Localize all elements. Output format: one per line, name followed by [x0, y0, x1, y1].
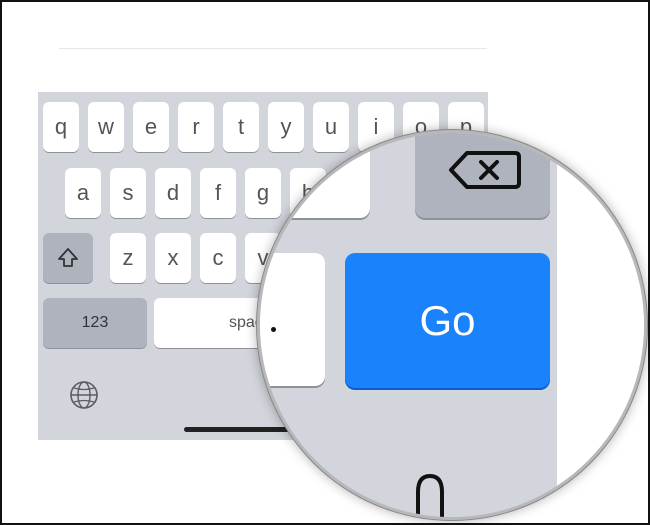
lens-bottom-bar: [260, 413, 557, 520]
key-z[interactable]: z: [110, 233, 146, 283]
delete-key[interactable]: [415, 133, 550, 218]
key-c[interactable]: c: [200, 233, 236, 283]
globe-icon[interactable]: [68, 379, 100, 411]
shift-key[interactable]: [43, 233, 93, 283]
divider-line: [59, 48, 487, 49]
shift-icon: [58, 248, 78, 267]
key-w[interactable]: w: [88, 102, 124, 152]
content-area: [4, 4, 488, 92]
key-r[interactable]: r: [178, 102, 214, 152]
key-t[interactable]: t: [223, 102, 259, 152]
key-h-magnified[interactable]: [260, 133, 370, 218]
delete-icon: [449, 151, 521, 189]
key-d[interactable]: d: [155, 168, 191, 218]
go-button[interactable]: Go: [345, 253, 550, 388]
key-s[interactable]: s: [110, 168, 146, 218]
key-x[interactable]: x: [155, 233, 191, 283]
space-key-magnified[interactable]: [260, 253, 325, 386]
lens-background: [557, 133, 644, 517]
microphone-icon[interactable]: [410, 468, 450, 520]
key-a[interactable]: a: [65, 168, 101, 218]
cursor-dot: [271, 327, 276, 332]
magnifier-lens: Go: [257, 130, 647, 520]
numbers-key[interactable]: 123: [43, 298, 147, 348]
screenshot-frame: q w e r t y u i o p a s d f g h z x c v …: [0, 0, 650, 525]
key-e[interactable]: e: [133, 102, 169, 152]
key-f[interactable]: f: [200, 168, 236, 218]
key-q[interactable]: q: [43, 102, 79, 152]
